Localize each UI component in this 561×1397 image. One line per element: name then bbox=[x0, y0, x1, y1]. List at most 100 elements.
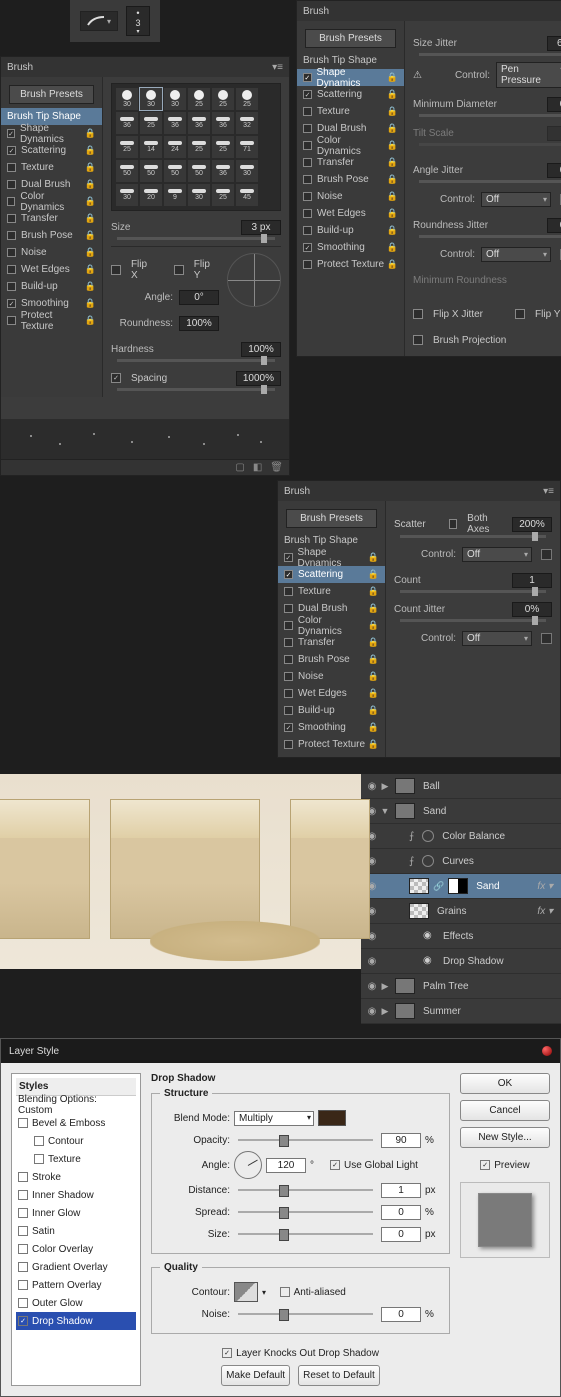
flipx-jitter-checkbox[interactable] bbox=[413, 309, 423, 319]
size-slider[interactable] bbox=[117, 237, 275, 240]
angle-jitter-value[interactable]: 0% bbox=[547, 163, 561, 178]
checkbox-icon[interactable]: ✓ bbox=[303, 90, 312, 99]
sidebar-item-transfer[interactable]: Transfer🔒 bbox=[278, 634, 385, 651]
sidebar-item-transfer[interactable]: Transfer🔒 bbox=[297, 154, 404, 171]
style-item-drop-shadow[interactable]: ✓Drop Shadow bbox=[16, 1312, 136, 1330]
sidebar-item-transfer[interactable]: Transfer🔒 bbox=[1, 210, 102, 227]
checkbox-icon[interactable] bbox=[284, 587, 293, 596]
brush-thumb[interactable]: 20 bbox=[140, 184, 162, 206]
checkbox-icon[interactable] bbox=[18, 1190, 28, 1200]
expand-icon[interactable]: ▶ bbox=[379, 781, 391, 792]
checkbox-icon[interactable] bbox=[34, 1154, 44, 1164]
brush-thumb[interactable]: 25 bbox=[188, 88, 210, 110]
brush-presets-button[interactable]: Brush Presets bbox=[9, 85, 94, 104]
size-slider[interactable] bbox=[238, 1233, 373, 1235]
panel-menu-icon[interactable]: ▾≡ bbox=[272, 62, 283, 73]
checkbox-icon[interactable] bbox=[18, 1172, 28, 1182]
layer-row-drop-shadow[interactable]: ◉◉Drop Shadow bbox=[361, 949, 561, 974]
scatter-control-dropdown[interactable]: Off bbox=[462, 547, 532, 562]
footer-icon[interactable]: ▢ bbox=[235, 462, 244, 473]
control3-dropdown[interactable]: Off bbox=[481, 247, 551, 262]
checkbox-icon[interactable]: ✓ bbox=[284, 570, 293, 579]
brush-thumb[interactable]: 30 bbox=[164, 88, 186, 110]
brush-thumb[interactable]: 25 bbox=[212, 88, 234, 110]
checkbox-icon[interactable] bbox=[303, 124, 312, 133]
layer-row-curves[interactable]: ◉⨍Curves bbox=[361, 849, 561, 874]
visibility-icon[interactable]: ◉ bbox=[365, 781, 379, 792]
sidebar-item-noise[interactable]: Noise🔒 bbox=[1, 244, 102, 261]
spread-slider[interactable] bbox=[238, 1211, 373, 1213]
brush-thumb[interactable]: 25 bbox=[212, 184, 234, 206]
layer-row-ball[interactable]: ◉▶Ball bbox=[361, 774, 561, 799]
sidebar-item-wet-edges[interactable]: Wet Edges🔒 bbox=[278, 685, 385, 702]
layer-row-effects[interactable]: ◉◉Effects bbox=[361, 924, 561, 949]
expand-icon[interactable]: ▼ bbox=[379, 806, 391, 816]
size-value[interactable]: 0 bbox=[381, 1227, 421, 1242]
layer-row-sand[interactable]: ◉🔗Sandfx ▾ bbox=[361, 874, 561, 899]
checkbox-icon[interactable] bbox=[284, 672, 293, 681]
min-diameter-value[interactable]: 0% bbox=[547, 97, 561, 112]
flipy-checkbox[interactable] bbox=[174, 265, 184, 275]
roundness-jitter-value[interactable]: 0% bbox=[547, 218, 561, 233]
reset-default-button[interactable]: Reset to Default bbox=[298, 1365, 380, 1386]
brush-thumb[interactable]: 25 bbox=[212, 136, 234, 158]
brush-thumb[interactable]: 25 bbox=[236, 88, 258, 110]
fx-badge[interactable]: fx ▾ bbox=[537, 906, 553, 917]
checkbox-icon[interactable] bbox=[7, 282, 16, 291]
checkbox-icon[interactable] bbox=[284, 706, 293, 715]
checkbox-icon[interactable] bbox=[303, 260, 312, 269]
checkbox-icon[interactable] bbox=[7, 214, 16, 223]
distance-slider[interactable] bbox=[238, 1189, 373, 1191]
style-item-bevel-emboss[interactable]: Bevel & Emboss bbox=[16, 1114, 136, 1132]
count-value[interactable]: 1 bbox=[512, 573, 552, 588]
flipx-checkbox[interactable] bbox=[111, 265, 121, 275]
blend-mode-dropdown[interactable]: Multiply bbox=[234, 1111, 314, 1126]
checkbox-icon[interactable] bbox=[284, 638, 293, 647]
size-value[interactable]: 3 px bbox=[241, 220, 281, 235]
lock-icon[interactable] bbox=[541, 549, 552, 560]
brush-thumb[interactable]: 14 bbox=[140, 136, 162, 158]
sidebar-item-wet-edges[interactable]: Wet Edges🔒 bbox=[1, 261, 102, 278]
both-axes-checkbox[interactable] bbox=[449, 519, 457, 529]
sidebar-item-scattering[interactable]: ✓Scattering🔒 bbox=[297, 86, 404, 103]
scatter-slider[interactable] bbox=[400, 535, 546, 538]
checkbox-icon[interactable] bbox=[18, 1298, 28, 1308]
checkbox-icon[interactable] bbox=[7, 180, 16, 189]
contour-picker[interactable] bbox=[234, 1282, 258, 1302]
color-swatch[interactable] bbox=[318, 1110, 346, 1126]
brush-thumb[interactable]: 36 bbox=[116, 112, 138, 134]
size-jitter-slider[interactable] bbox=[419, 53, 561, 56]
expand-icon[interactable]: ▶ bbox=[379, 981, 391, 992]
opacity-value[interactable]: 90 bbox=[381, 1133, 421, 1148]
opacity-slider[interactable] bbox=[238, 1139, 373, 1141]
checkbox-icon[interactable] bbox=[303, 226, 312, 235]
sidebar-item-wet-edges[interactable]: Wet Edges🔒 bbox=[297, 205, 404, 222]
brush-thumb[interactable]: 50 bbox=[188, 160, 210, 182]
angle-value[interactable]: 0° bbox=[179, 290, 219, 305]
panel-menu-icon[interactable]: ▾≡ bbox=[543, 486, 554, 497]
brush-presets-button[interactable]: Brush Presets bbox=[286, 509, 377, 528]
global-light-checkbox[interactable]: ✓ bbox=[330, 1160, 340, 1170]
visibility-icon[interactable]: ◉ bbox=[365, 981, 379, 992]
sidebar-item-color-dynamics[interactable]: Color Dynamics🔒 bbox=[278, 617, 385, 634]
layer-row-grains[interactable]: ◉Grainsfx ▾ bbox=[361, 899, 561, 924]
sidebar-item-build-up[interactable]: Build-up🔒 bbox=[297, 222, 404, 239]
size-jitter-value[interactable]: 68% bbox=[547, 36, 561, 51]
sidebar-item-noise[interactable]: Noise🔒 bbox=[297, 188, 404, 205]
preview-checkbox[interactable]: ✓ bbox=[480, 1160, 490, 1170]
checkbox-icon[interactable]: ✓ bbox=[7, 299, 16, 308]
checkbox-icon[interactable] bbox=[18, 1262, 28, 1272]
sidebar-item-shape-dynamics[interactable]: ✓Shape Dynamics🔒 bbox=[1, 125, 102, 142]
brush-thumb[interactable]: 36 bbox=[212, 160, 234, 182]
brush-thumb[interactable]: 30 bbox=[188, 184, 210, 206]
brush-thumb[interactable]: 32 bbox=[236, 112, 258, 134]
angle-dial[interactable] bbox=[234, 1151, 262, 1179]
count-jitter-value[interactable]: 0% bbox=[512, 602, 552, 617]
brush-size-picker[interactable]: • 3 ▾ bbox=[126, 6, 150, 36]
sidebar-item-texture[interactable]: Texture🔒 bbox=[278, 583, 385, 600]
sidebar-item-color-dynamics[interactable]: Color Dynamics🔒 bbox=[1, 193, 102, 210]
brush-thumb[interactable]: 50 bbox=[140, 160, 162, 182]
brush-preset-picker[interactable]: ▾ bbox=[80, 11, 118, 31]
spread-value[interactable]: 0 bbox=[381, 1205, 421, 1220]
checkbox-icon[interactable] bbox=[284, 621, 293, 630]
